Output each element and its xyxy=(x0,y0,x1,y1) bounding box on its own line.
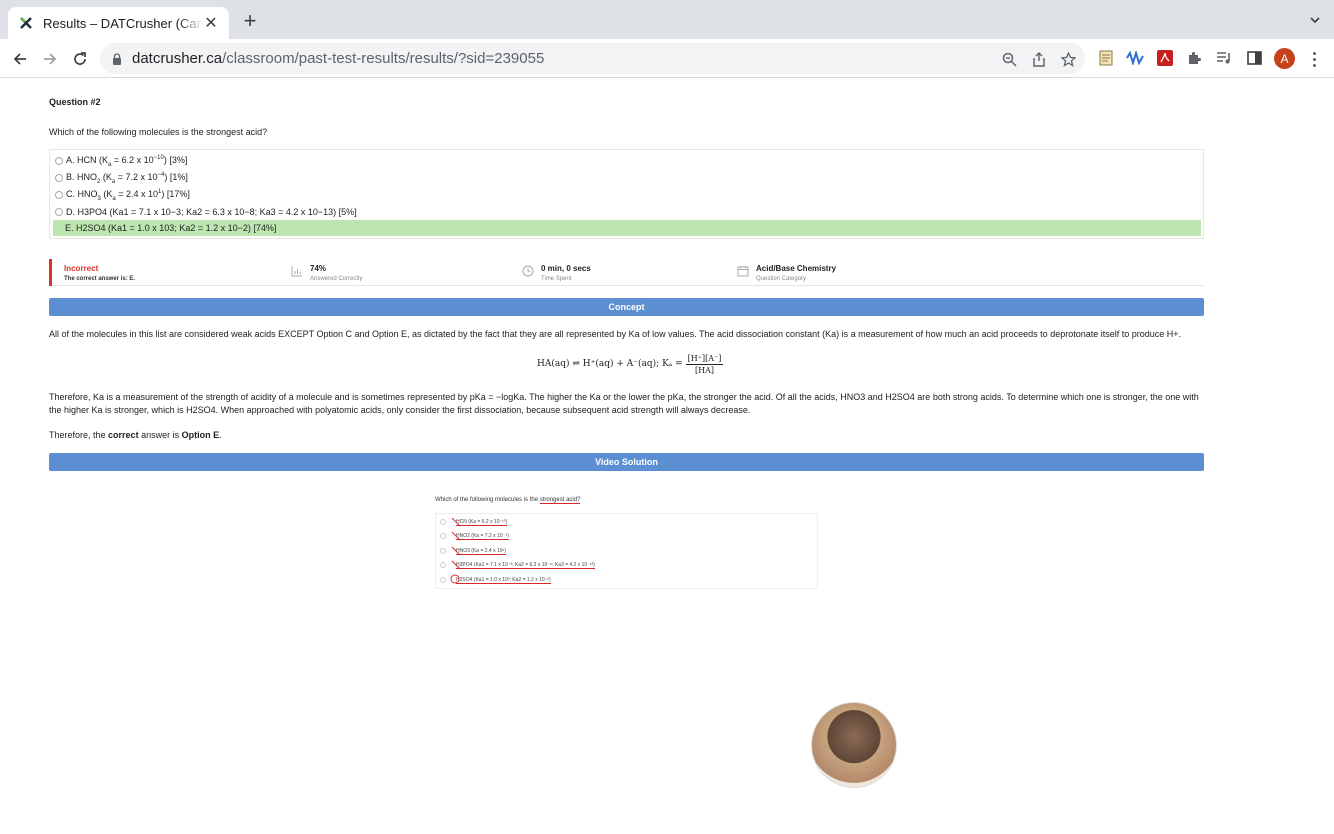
category-value: Acid/Base Chemistry xyxy=(756,264,837,273)
radio-icon[interactable] xyxy=(55,174,63,182)
strike-mark-icon xyxy=(451,531,461,541)
strike-mark-icon xyxy=(451,560,461,570)
concept-paragraph-1: All of the molecules in this list are co… xyxy=(49,329,1182,339)
equation-fraction: [H⁺][A⁻] [HA] xyxy=(685,353,724,375)
percent-label: Answered Correctly xyxy=(310,276,363,282)
datcrusher-favicon-icon xyxy=(18,15,34,31)
option-e-label: E. H2SO4 (Ka1 = 1.0 x 103; Ka2 = 1.2 x 1… xyxy=(65,223,277,233)
result-stats: Incorrect The correct answer is: E. 74% … xyxy=(49,259,1204,286)
option-d-label: D. H3PO4 (Ka1 = 7.1 x 10−3; Ka2 = 6.3 x … xyxy=(66,207,357,217)
radio-icon[interactable] xyxy=(55,157,63,165)
back-arrow-icon[interactable] xyxy=(10,49,30,69)
reload-icon[interactable] xyxy=(70,49,90,69)
browser-toolbar: datcrusher.ca/classroom/past-test-result… xyxy=(0,39,1334,78)
result-status: Incorrect The correct answer is: E. xyxy=(49,259,135,286)
concept-banner: Concept xyxy=(49,298,1204,316)
notes-extension-icon[interactable] xyxy=(1097,49,1115,67)
percent-value: 74% xyxy=(310,264,327,273)
bar-chart-icon xyxy=(291,266,302,277)
equation-denominator: [HA] xyxy=(695,365,715,375)
strike-mark-icon xyxy=(451,517,461,527)
video-option: H3PO4 (Ka1 = 7.1 x 10⁻³; Ka2 = 6.3 x 10⁻… xyxy=(440,559,595,571)
share-icon[interactable] xyxy=(1030,50,1048,68)
option-b-label: B. HNO2 (Ka = 7.2 x 10−4) [1%] xyxy=(66,171,188,185)
bookmark-star-icon[interactable] xyxy=(1059,50,1077,68)
video-question-text: Which of the following molecules is the … xyxy=(435,497,581,504)
strike-mark-icon xyxy=(451,546,461,556)
avatar[interactable]: A xyxy=(1274,48,1295,69)
equation-lhs: HA(aq) ⇌ H⁺(aq) + A⁻(aq); Kₐ = xyxy=(537,359,683,369)
puzzle-extensions-icon[interactable] xyxy=(1185,49,1203,67)
waveform-extension-icon[interactable] xyxy=(1126,49,1144,67)
option-e-correct[interactable]: E. H2SO4 (Ka1 = 1.0 x 103; Ka2 = 1.2 x 1… xyxy=(53,220,1201,236)
time-spent-stat: 0 min, 0 secs Time Spent xyxy=(522,259,591,286)
category-stat: Acid/Base Chemistry Question Category xyxy=(737,259,836,286)
conclusion-text: Therefore, the correct answer is Option … xyxy=(49,430,222,440)
option-a-label: A. HCN (Ka = 6.2 x 10−10) [3%] xyxy=(66,154,188,168)
option-a[interactable]: A. HCN (Ka = 6.2 x 10−10) [3%] xyxy=(53,153,1201,169)
dissociation-equation: HA(aq) ⇌ H⁺(aq) + A⁻(aq); Kₐ = [H⁺][A⁻] … xyxy=(537,350,724,378)
side-panel-icon[interactable] xyxy=(1245,49,1263,67)
url-text: datcrusher.ca/classroom/past-test-result… xyxy=(132,50,545,67)
video-option: HNO3 (Ka = 2.4 x 10¹) xyxy=(440,545,506,557)
option-b[interactable]: B. HNO2 (Ka = 7.2 x 10−4) [1%] xyxy=(53,170,1201,186)
forward-arrow-icon[interactable] xyxy=(40,49,60,69)
percent-correct-stat: 74% Answered Correctly xyxy=(291,259,362,286)
address-bar[interactable]: datcrusher.ca/classroom/past-test-result… xyxy=(100,43,1085,74)
browser-tab[interactable]: Results – DATCrusher (Canadian) ✕ xyxy=(8,7,229,39)
video-solution-banner: Video Solution xyxy=(49,453,1204,471)
circle-mark-icon xyxy=(450,574,460,584)
question-number: Question #2 xyxy=(49,97,101,107)
tab-title: Results – DATCrusher (Canadian) xyxy=(43,15,203,31)
equation-numerator: [H⁺][A⁻] xyxy=(685,353,724,365)
pdf-extension-icon[interactable] xyxy=(1156,49,1174,67)
time-label: Time Spent xyxy=(541,276,572,282)
correct-answer-note: The correct answer is: E. xyxy=(64,276,136,282)
time-value: 0 min, 0 secs xyxy=(541,264,591,273)
option-d[interactable]: D. H3PO4 (Ka1 = 7.1 x 10−3; Ka2 = 6.3 x … xyxy=(53,204,1201,220)
tab-bar: Results – DATCrusher (Canadian) ✕ + xyxy=(0,0,1334,39)
presenter-webcam xyxy=(811,702,897,788)
radio-icon[interactable] xyxy=(55,208,63,216)
new-tab-icon[interactable]: + xyxy=(240,10,260,32)
zoom-icon[interactable] xyxy=(1000,50,1018,68)
media-queue-icon[interactable] xyxy=(1215,49,1233,67)
lock-icon xyxy=(113,52,121,65)
question-text: Which of the following molecules is the … xyxy=(49,127,268,137)
calendar-icon xyxy=(737,266,749,277)
result-label: Incorrect xyxy=(64,264,99,273)
option-c[interactable]: C. HNO3 (Ka = 2.4 x 101) [17%] xyxy=(53,187,1201,203)
video-player[interactable]: Which of the following molecules is the … xyxy=(351,488,901,794)
option-c-label: C. HNO3 (Ka = 2.4 x 101) [17%] xyxy=(66,188,190,202)
concept-paragraph-2: Therefore, Ka is a measurement of the st… xyxy=(49,392,1199,415)
radio-icon[interactable] xyxy=(55,191,63,199)
close-icon[interactable]: ✕ xyxy=(203,15,219,32)
category-label: Question Category xyxy=(756,276,807,282)
chevron-down-icon[interactable] xyxy=(1308,13,1322,27)
clock-icon xyxy=(522,265,534,277)
answer-options: A. HCN (Ka = 6.2 x 10−10) [3%] B. HNO2 (… xyxy=(49,149,1204,239)
more-menu-icon[interactable] xyxy=(1308,49,1320,69)
video-options-box: HCN (Ka = 6.2 x 10⁻¹⁰) HNO2 (Ka = 7.2 x … xyxy=(435,513,818,589)
